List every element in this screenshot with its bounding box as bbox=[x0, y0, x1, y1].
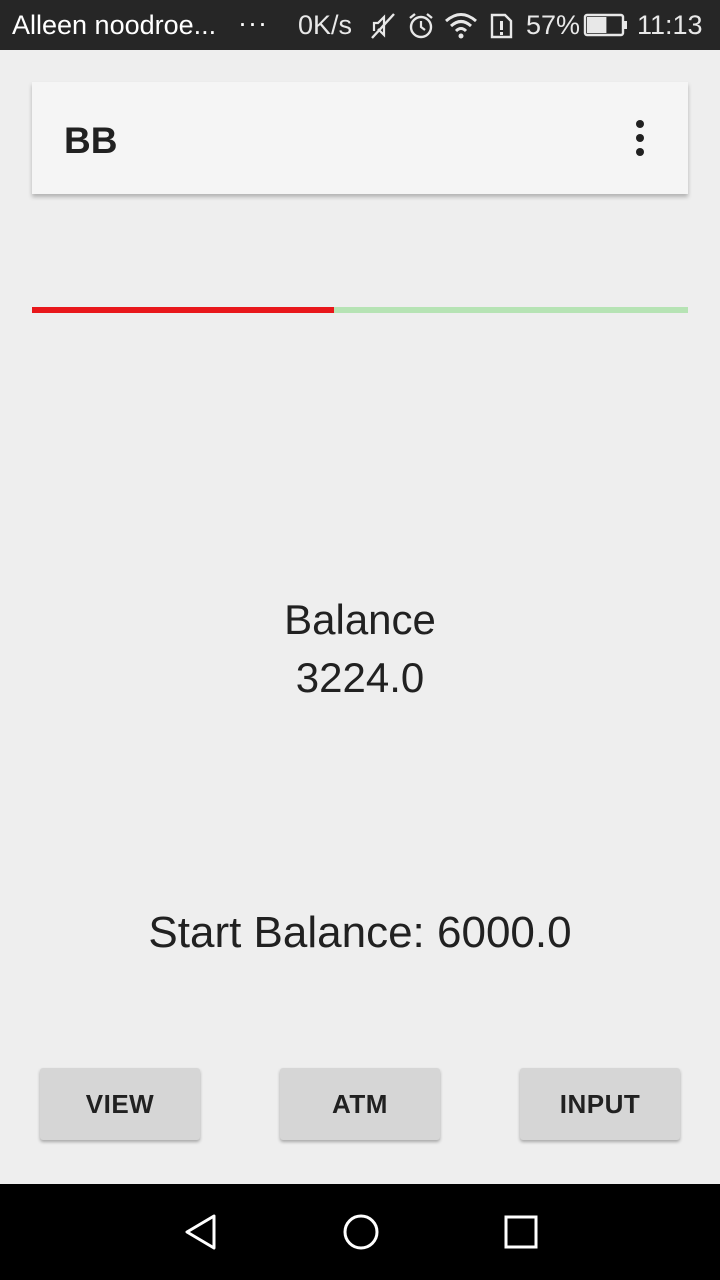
atm-button[interactable]: ATM bbox=[280, 1068, 440, 1140]
wifi-icon bbox=[445, 13, 477, 39]
status-bar: Alleen noodroe... ··· 0K/s 57% 11:13 bbox=[0, 0, 720, 50]
budget-progress-bar bbox=[32, 307, 688, 313]
budget-progress-fill bbox=[32, 307, 334, 313]
start-balance-text: Start Balance: 6000.0 bbox=[148, 908, 572, 957]
battery-percent: 57% bbox=[526, 10, 581, 40]
network-speed: 0K/s bbox=[298, 10, 353, 40]
notification-text: Alleen noodroe... bbox=[12, 10, 217, 40]
navigation-bar bbox=[0, 1184, 720, 1280]
more-vert-icon[interactable] bbox=[626, 118, 654, 158]
more-notifications-indicator: ··· bbox=[238, 8, 268, 38]
battery-icon bbox=[583, 13, 627, 37]
clock: 11:13 bbox=[637, 10, 703, 40]
balance-value: 3224.0 bbox=[295, 654, 425, 701]
sim-alert-icon bbox=[490, 13, 513, 39]
balance-label: Balance bbox=[284, 596, 436, 643]
mute-icon bbox=[371, 13, 395, 39]
alarm-icon bbox=[409, 13, 433, 39]
home-icon[interactable] bbox=[341, 1212, 381, 1252]
app-title: BB bbox=[64, 120, 118, 161]
back-icon[interactable] bbox=[181, 1212, 221, 1252]
recents-icon[interactable] bbox=[501, 1212, 541, 1252]
input-button[interactable]: INPUT bbox=[520, 1068, 680, 1140]
app-bar: BB bbox=[32, 82, 688, 194]
view-button[interactable]: VIEW bbox=[40, 1068, 200, 1140]
